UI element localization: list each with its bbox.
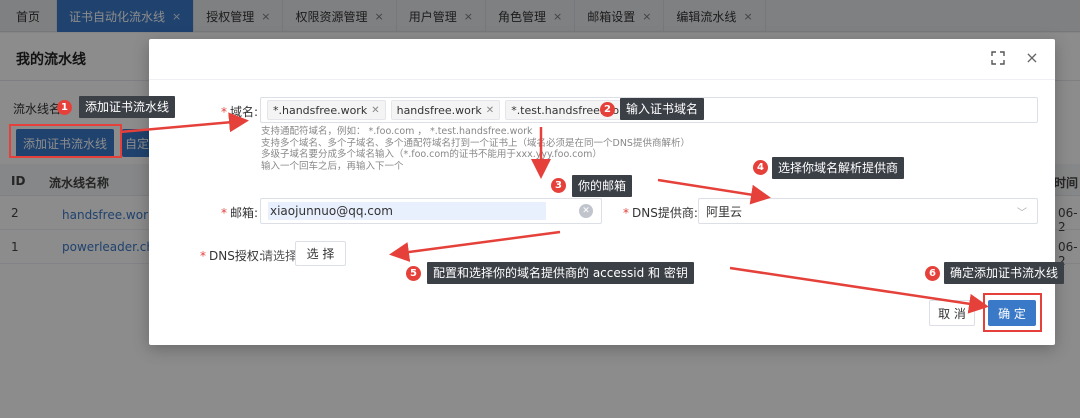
email-label-text: 邮箱: (230, 206, 259, 220)
domain-tag: handsfree.work ✕ (390, 100, 501, 120)
helper-line: 输入一个回车之后，再输入下一个 (261, 160, 404, 172)
highlight-add-button (9, 124, 122, 158)
dns-auth-select-button[interactable]: 选 择 (295, 241, 346, 266)
dns-provider-value: 阿里云 (706, 205, 743, 219)
step-badge: 3 (551, 178, 566, 193)
dialog-header-divider (149, 79, 1055, 80)
domain-tag: *.handsfree.work ✕ (267, 100, 386, 120)
helper-line: 支持通配符域名，例如： *.foo.com ， *.test.handsfree… (261, 126, 533, 137)
required-mark: * (200, 249, 206, 263)
required-mark: * (623, 206, 629, 220)
step-badge: 4 (753, 160, 768, 175)
step-badge: 5 (406, 266, 421, 281)
helper-line: 多级子域名要分成多个域名输入（*.foo.com的证书不能用于xxx.yyy.f… (261, 149, 602, 160)
step-tooltip: 添加证书流水线 (79, 96, 176, 118)
dns-auth-label-text: DNS授权: (209, 249, 263, 263)
dns-provider-select[interactable]: 阿里云 ﹀ (698, 198, 1038, 224)
domain-label-text: 域名: (230, 105, 259, 119)
email-value: xiaojunnuo@qq.com (268, 202, 546, 220)
domain-label: * 域名: (221, 103, 258, 120)
step-tooltip: 确定添加证书流水线 (944, 262, 1065, 284)
step-badge: 2 (600, 102, 615, 117)
step-tooltip: 配置和选择你的域名提供商的 accessid 和 密钥 (427, 262, 694, 284)
email-label: * 邮箱: (221, 204, 258, 221)
tag-close-icon[interactable]: ✕ (371, 105, 379, 116)
step-badge: 1 (57, 100, 72, 115)
required-mark: * (221, 206, 227, 220)
cancel-button[interactable]: 取 消 (929, 300, 975, 326)
highlight-confirm-button (983, 293, 1042, 332)
step-tooltip: 你的邮箱 (572, 175, 633, 197)
dns-auth-hint: 请选择 (261, 249, 298, 263)
step-badge: 6 (925, 266, 940, 281)
step-tooltip: 选择你域名解析提供商 (772, 157, 905, 179)
close-icon[interactable]: × (1024, 50, 1040, 66)
dns-auth-label: * DNS授权: (200, 247, 263, 264)
tag-close-icon[interactable]: ✕ (486, 105, 494, 116)
clear-icon[interactable]: ✕ (579, 204, 593, 218)
domain-helper-text: 支持通配符域名，例如： *.foo.com ， *.test.handsfree… (261, 126, 690, 172)
chevron-down-icon: ﹀ (1017, 208, 1027, 219)
fullscreen-icon[interactable] (990, 50, 1006, 66)
helper-line: 支持多个域名、多个子域名、多个通配符域名打到一个证书上（域名必须是在同一个DNS… (261, 137, 690, 149)
dns-provider-label: * DNS提供商: (623, 204, 698, 221)
domain-tag-text: *.handsfree.work (273, 103, 368, 117)
dns-provider-label-text: DNS提供商: (632, 206, 698, 220)
email-input[interactable]: xiaojunnuo@qq.com ✕ (260, 198, 602, 224)
required-mark: * (221, 105, 227, 119)
domain-tag-text: handsfree.work (396, 103, 482, 117)
step-tooltip: 输入证书域名 (620, 98, 705, 120)
